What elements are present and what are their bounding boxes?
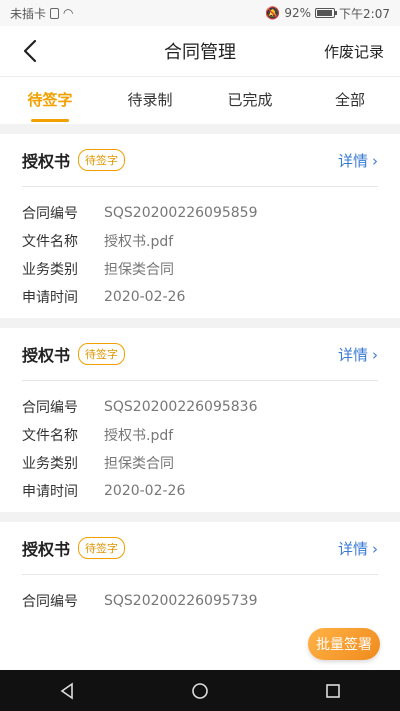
status-badge: 待签字 [78,537,126,559]
status-right: 🔕 92% 下午2:07 [265,5,390,22]
info-row: 申请时间 2020-02-26 [22,283,378,311]
tab-bar: 待签字 待录制 已完成 全部 [0,76,400,124]
row-value: SQS20200226095739 [104,593,258,609]
tab-completed[interactable]: 已完成 [200,77,300,124]
row-label: 申请时间 [22,290,78,306]
card-body: 合同编号 SQS20200226095859 文件名称 授权书.pdf 业务类别… [0,187,400,311]
wifi-icon: ◠ [63,6,74,20]
row-value: 2020-02-26 [104,483,186,499]
detail-label: 详情 [337,540,368,558]
detail-link[interactable]: 详情 › [338,538,378,559]
row-value: 授权书.pdf [104,234,174,250]
card-title: 授权书 [22,152,71,171]
time-text: 下午2:07 [339,6,390,21]
row-label: 文件名称 [22,234,78,250]
info-row: 文件名称 授权书.pdf [22,421,378,449]
system-nav-bar [0,670,400,711]
row-label: 申请时间 [22,484,78,500]
battery-icon [315,8,338,18]
info-row: 文件名称 授权书.pdf [22,227,378,255]
detail-label: 详情 [337,152,368,170]
card-header: 授权书 待签字 详情 › [0,328,400,380]
row-label: 业务类别 [22,456,78,472]
chevron-right-icon: › [372,539,378,558]
contract-card[interactable]: 授权书 待签字 详情 › 合同编号 SQS20200226095859 文件名称… [0,134,400,318]
recents-square-icon[interactable] [324,682,342,700]
info-row: 业务类别 担保类合同 [22,255,378,283]
info-row: 合同编号 SQS20200226095739 [22,587,378,615]
row-value: 担保类合同 [104,262,174,278]
card-header: 授权书 待签字 详情 › [0,522,400,574]
tab-all[interactable]: 全部 [300,77,400,124]
row-value: 担保类合同 [104,456,174,472]
row-label: 合同编号 [22,206,78,222]
card-title: 授权书 [22,540,71,559]
sim-icon [50,7,60,19]
nav-bar: 合同管理 作废记录 [0,26,400,76]
row-value: SQS20200226095859 [104,205,258,221]
void-records-link[interactable]: 作废记录 [324,41,384,62]
card-body: 合同编号 SQS20200226095836 文件名称 授权书.pdf 业务类别… [0,381,400,505]
detail-link[interactable]: 详情 › [338,150,378,171]
contract-card[interactable]: 授权书 待签字 详情 › 合同编号 SQS20200226095836 文件名称… [0,328,400,512]
detail-label: 详情 [337,346,368,364]
row-value: 授权书.pdf [104,428,174,444]
home-circle-icon[interactable] [191,682,209,700]
page-title: 合同管理 [164,42,236,63]
status-badge: 待签字 [78,149,126,171]
mute-icon: 🔕 [265,6,281,20]
battery-text: 92% [284,6,312,20]
chevron-right-icon: › [372,151,378,170]
tab-pending-sign[interactable]: 待签字 [0,77,100,124]
card-title: 授权书 [22,346,71,365]
row-value: 2020-02-26 [104,289,186,305]
tab-pending-record[interactable]: 待录制 [100,77,200,124]
card-body: 合同编号 SQS20200226095739 [0,575,400,615]
row-value: SQS20200226095836 [104,399,258,415]
carrier-text: 未插卡 [10,6,47,21]
status-left: 未插卡 ◠ [10,5,74,22]
status-badge: 待签字 [78,343,126,365]
row-label: 合同编号 [22,594,78,610]
batch-sign-button[interactable]: 批量签署 [308,628,380,660]
info-row: 合同编号 SQS20200226095859 [22,199,378,227]
chevron-right-icon: › [372,345,378,364]
info-row: 申请时间 2020-02-26 [22,477,378,505]
row-label: 合同编号 [22,400,78,416]
back-triangle-icon[interactable] [58,681,76,700]
back-button[interactable] [18,38,44,64]
detail-link[interactable]: 详情 › [338,344,378,365]
info-row: 合同编号 SQS20200226095836 [22,393,378,421]
card-header: 授权书 待签字 详情 › [0,134,400,186]
status-bar: 未插卡 ◠ 🔕 92% 下午2:07 [0,0,400,26]
info-row: 业务类别 担保类合同 [22,449,378,477]
row-label: 业务类别 [22,262,78,278]
back-arrow-icon [23,39,37,63]
row-label: 文件名称 [22,428,78,444]
